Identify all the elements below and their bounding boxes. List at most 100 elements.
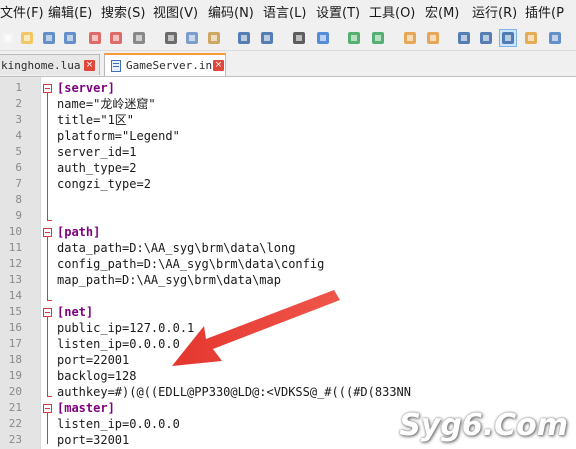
line-number: 19 xyxy=(8,369,22,382)
open-file-icon[interactable] xyxy=(19,30,35,46)
zoom-in-icon[interactable] xyxy=(346,30,362,46)
code-line[interactable]: 6 auth_type=2 xyxy=(0,160,576,176)
word-wrap-icon[interactable] xyxy=(456,30,472,46)
menu-item[interactable]: 宏(M) xyxy=(425,6,459,21)
code-line[interactable]: 19 backlog=128 xyxy=(0,368,576,384)
line-number: 16 xyxy=(8,321,22,334)
file-icon xyxy=(111,60,121,72)
doc-map-icon[interactable] xyxy=(523,30,539,46)
replace-icon[interactable] xyxy=(315,30,331,46)
fold-toggle-icon[interactable] xyxy=(43,404,52,413)
line-number: 8 xyxy=(15,193,22,206)
menu-item[interactable]: 运行(R) xyxy=(472,6,517,21)
section-header: [master] xyxy=(57,401,115,415)
line-number: 3 xyxy=(15,113,22,126)
code-line[interactable]: 12 config_path=D:\AA_syg\brm\data\config xyxy=(0,256,576,272)
tab-bar: kinghome.lua × GameServer.ini × xyxy=(0,51,576,77)
fold-toggle-icon[interactable] xyxy=(43,308,52,317)
code-line[interactable]: 15 [net] xyxy=(0,304,576,320)
copy-icon[interactable] xyxy=(184,30,200,46)
fold-end-marker xyxy=(47,220,52,221)
close-icon[interactable]: × xyxy=(84,60,95,71)
line-number: 22 xyxy=(8,417,22,430)
menu-item[interactable]: 编码(N) xyxy=(208,6,254,21)
line-number: 21 xyxy=(8,401,22,414)
section-header: [server] xyxy=(57,81,115,95)
cut-icon[interactable] xyxy=(163,30,179,46)
close-icon[interactable] xyxy=(87,30,103,46)
editor[interactable]: 1 [server] 2 name="龙岭迷窟" 3 title="1区" 4 platfor… xyxy=(0,77,576,449)
toolbar xyxy=(0,27,576,51)
line-number: 9 xyxy=(15,209,22,222)
code-text: port=22001 xyxy=(57,353,130,367)
line-number: 23 xyxy=(8,433,22,446)
line-number: 10 xyxy=(8,225,22,238)
tab-gameserver[interactable]: GameServer.ini × xyxy=(104,53,226,76)
line-number: 4 xyxy=(15,129,22,142)
fold-range-line xyxy=(47,317,48,396)
code-text: congzi_type=2 xyxy=(57,177,151,191)
sync-horizontal-icon[interactable] xyxy=(425,30,441,46)
fold-toggle-icon[interactable] xyxy=(43,228,52,237)
line-number: 17 xyxy=(8,337,22,350)
menu-bar: 文件(F) 编辑(E) 搜索(S) 视图(V) 编码(N) 语言(L) 设置(T) 工具(O)… xyxy=(0,0,576,27)
menu-item[interactable]: 搜索(S) xyxy=(101,6,145,21)
indent-guide-icon[interactable] xyxy=(499,29,517,47)
code-line[interactable]: 4 platform="Legend" xyxy=(0,128,576,144)
code-line[interactable]: 5 server_id=1 xyxy=(0,144,576,160)
section-header: [path] xyxy=(57,225,101,239)
line-number: 20 xyxy=(8,385,22,398)
redo-icon[interactable] xyxy=(259,30,275,46)
line-number: 14 xyxy=(8,289,22,302)
code-line[interactable]: 9 xyxy=(0,208,576,224)
code-line[interactable]: 8 xyxy=(0,192,576,208)
close-all-icon[interactable] xyxy=(108,30,124,46)
tab-label: kinghome.lua xyxy=(1,59,81,72)
line-number: 12 xyxy=(8,257,22,270)
code-line[interactable]: 16 public_ip=127.0.0.1 xyxy=(0,320,576,336)
show-all-chars-icon[interactable] xyxy=(478,30,494,46)
find-icon[interactable] xyxy=(291,30,307,46)
code-text: server_id=1 xyxy=(57,145,137,159)
menu-item[interactable]: 插件(P xyxy=(525,6,564,21)
code-line[interactable]: 18 port=22001 xyxy=(0,352,576,368)
line-number: 11 xyxy=(8,241,22,254)
sync-vertical-icon[interactable] xyxy=(402,30,418,46)
fold-toggle-icon[interactable] xyxy=(43,84,52,93)
code-line[interactable]: 1 [server] xyxy=(0,80,576,96)
line-number: 2 xyxy=(15,97,22,110)
code-text: authkey=#)(@((EDLL@PP330@LD@:<VDKSS@_#((… xyxy=(57,385,412,399)
paste-icon[interactable] xyxy=(206,30,222,46)
menu-item[interactable]: 设置(T) xyxy=(316,6,360,21)
menu-item[interactable]: 工具(O) xyxy=(369,6,415,21)
watermark-logo: Syg6.Com xyxy=(399,408,568,443)
menu-item[interactable]: 文件(F) xyxy=(0,6,44,21)
menu-item[interactable]: 视图(V) xyxy=(153,6,198,21)
code-line[interactable]: 3 title="1区" xyxy=(0,112,576,128)
code-line[interactable]: 10 [path] xyxy=(0,224,576,240)
menu-item[interactable]: 语言(L) xyxy=(263,6,306,21)
print-icon[interactable] xyxy=(131,30,147,46)
fold-range-line xyxy=(47,93,48,220)
code-line[interactable]: 7 congzi_type=2 xyxy=(0,176,576,192)
save-icon[interactable] xyxy=(41,30,57,46)
close-icon[interactable]: × xyxy=(213,60,224,71)
fold-range-line xyxy=(47,237,48,300)
code-text: name="龙岭迷窟" xyxy=(57,97,156,111)
tab-kinghome[interactable]: kinghome.lua × xyxy=(0,54,100,75)
code-line[interactable]: 14 xyxy=(0,288,576,304)
code-line[interactable]: 2 name="龙岭迷窟" xyxy=(0,96,576,112)
code-text: listen_ip=0.0.0.0 xyxy=(57,417,180,431)
code-line[interactable]: 13 map_path=D:\AA_syg\brm\data\map xyxy=(0,272,576,288)
new-file-icon[interactable] xyxy=(0,30,16,46)
code-line[interactable]: 11 data_path=D:\AA_syg\brm\data\long xyxy=(0,240,576,256)
menu-item[interactable]: 编辑(E) xyxy=(48,6,92,21)
zoom-out-icon[interactable] xyxy=(370,30,386,46)
code-line[interactable]: 17 listen_ip=0.0.0.0 xyxy=(0,336,576,352)
code-text: public_ip=127.0.0.1 xyxy=(57,321,195,335)
function-list-icon[interactable] xyxy=(547,30,563,46)
undo-icon[interactable] xyxy=(236,30,252,46)
code-line[interactable]: 20 authkey=#)(@((EDLL@PP330@LD@:<VDKSS@_#… xyxy=(0,384,576,400)
section-header: [net] xyxy=(57,305,94,319)
save-all-icon[interactable] xyxy=(62,30,78,46)
